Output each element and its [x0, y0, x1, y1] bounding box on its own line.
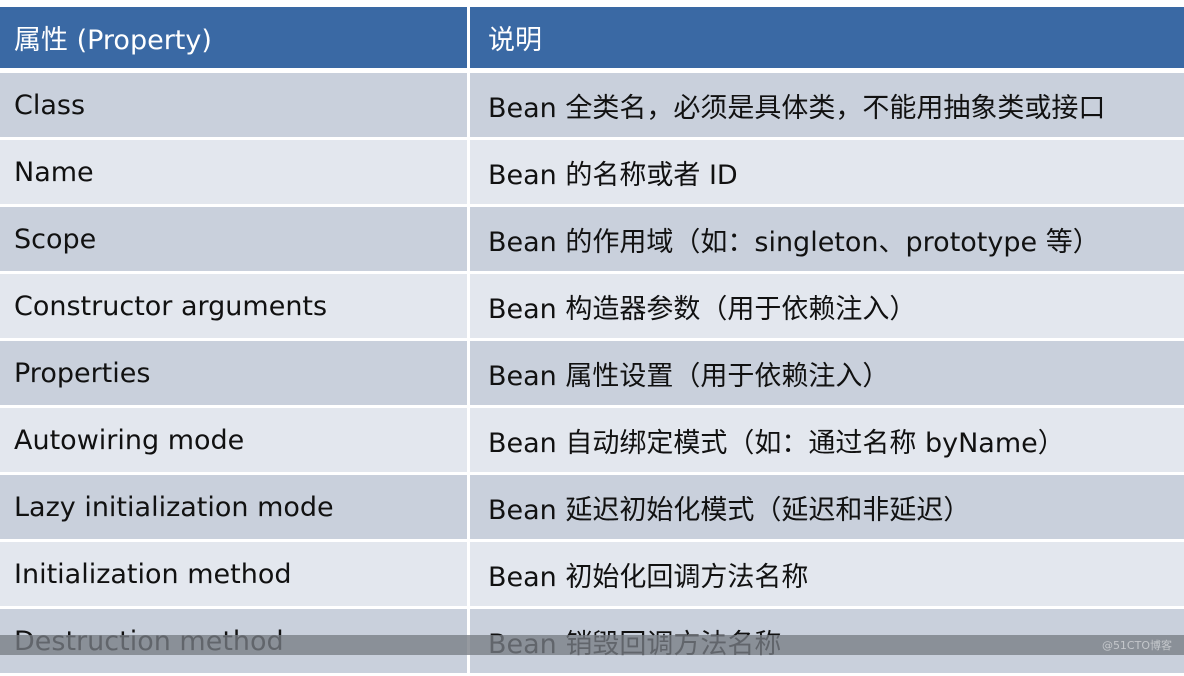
- description-cell: Bean 构造器参数（用于依赖注入）: [470, 274, 1184, 338]
- description-cell: Bean 全类名，必须是具体类，不能用抽象类或接口: [470, 73, 1184, 137]
- description-cell: Bean 延迟初始化模式（延迟和非延迟）: [470, 475, 1184, 539]
- property-cell: Properties: [0, 341, 467, 405]
- property-cell: Scope: [0, 207, 467, 271]
- description-cell: Bean 自动绑定模式（如：通过名称 byName）: [470, 408, 1184, 472]
- table-row: Constructor arguments Bean 构造器参数（用于依赖注入）: [0, 274, 1184, 338]
- property-cell: Class: [0, 73, 467, 137]
- description-cell: Bean 的作用域（如：singleton、prototype 等）: [470, 207, 1184, 271]
- table-row: Autowiring mode Bean 自动绑定模式（如：通过名称 byNam…: [0, 408, 1184, 472]
- video-caption-overlay: [0, 635, 1184, 655]
- table-row: Properties Bean 属性设置（用于依赖注入）: [0, 341, 1184, 405]
- description-cell: Bean 的名称或者 ID: [470, 140, 1184, 204]
- table-row: Name Bean 的名称或者 ID: [0, 140, 1184, 204]
- header-property: 属性 (Property): [0, 7, 467, 68]
- property-cell: Autowiring mode: [0, 408, 467, 472]
- table-row: Class Bean 全类名，必须是具体类，不能用抽象类或接口: [0, 73, 1184, 137]
- property-cell: Name: [0, 140, 467, 204]
- header-description: 说明: [470, 7, 1184, 68]
- description-cell: Bean 初始化回调方法名称: [470, 542, 1184, 606]
- watermark: @51CTO博客: [1101, 639, 1172, 652]
- table-row: Lazy initialization mode Bean 延迟初始化模式（延迟…: [0, 475, 1184, 539]
- property-cell: Constructor arguments: [0, 274, 467, 338]
- description-cell: Bean 属性设置（用于依赖注入）: [470, 341, 1184, 405]
- table-header-row: 属性 (Property) 说明: [0, 7, 1184, 68]
- property-cell: Initialization method: [0, 542, 467, 606]
- table-row: Initialization method Bean 初始化回调方法名称: [0, 542, 1184, 606]
- property-cell: Lazy initialization mode: [0, 475, 467, 539]
- table-row: Scope Bean 的作用域（如：singleton、prototype 等）: [0, 207, 1184, 271]
- bean-property-table: 属性 (Property) 说明 Class Bean 全类名，必须是具体类，不…: [0, 7, 1184, 676]
